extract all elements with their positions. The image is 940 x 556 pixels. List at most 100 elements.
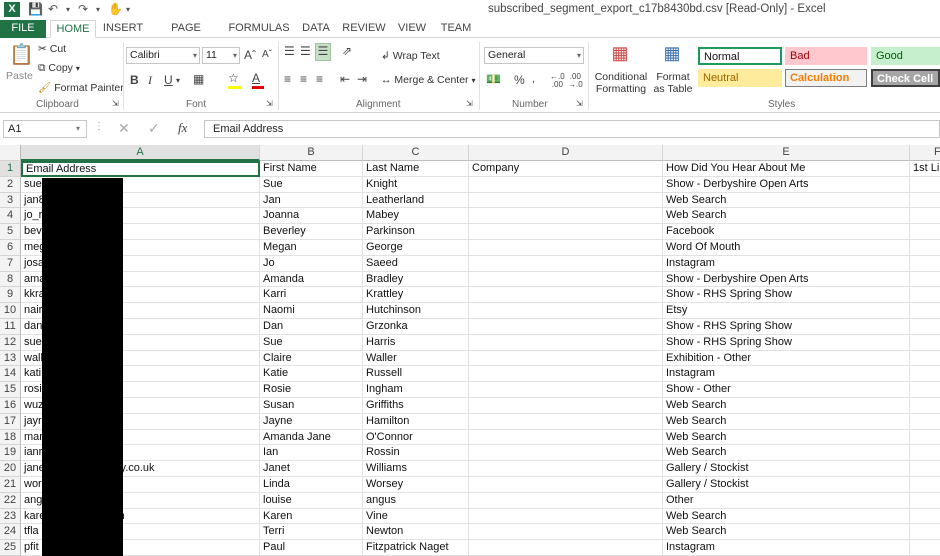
tab-team[interactable]: TEAM xyxy=(438,20,474,38)
row-header[interactable]: 9 xyxy=(0,287,21,304)
row-header[interactable]: 24 xyxy=(0,524,21,541)
paste-icon[interactable]: 📋 xyxy=(9,42,34,68)
row-header[interactable]: 11 xyxy=(0,319,21,335)
cancel-icon[interactable]: ✕ xyxy=(118,120,130,137)
cell-address-line-1[interactable] xyxy=(910,351,940,367)
column-header-d[interactable]: D xyxy=(469,145,663,161)
cell-company[interactable] xyxy=(469,540,663,556)
cell-company[interactable] xyxy=(469,461,663,477)
cell-first-name[interactable]: Claire xyxy=(260,350,363,367)
align-center-icon[interactable]: ≡ xyxy=(300,72,307,86)
tab-page-layout[interactable]: PAGE LAYOUT xyxy=(150,20,222,51)
row-header[interactable]: 18 xyxy=(0,429,21,446)
style-normal[interactable]: Normal xyxy=(698,47,782,65)
tab-data[interactable]: DATA xyxy=(298,20,334,38)
borders-icon[interactable]: ▦ xyxy=(193,72,204,86)
redo-dropdown-icon[interactable]: ▾ xyxy=(96,5,100,14)
align-left-icon[interactable]: ≡ xyxy=(284,72,291,86)
conditional-formatting-icon[interactable]: ▦ xyxy=(608,43,632,67)
align-bottom-icon[interactable]: ☰ xyxy=(315,43,331,61)
style-check-cell[interactable]: Check Cell xyxy=(871,69,940,87)
cell-first-name[interactable]: Sue xyxy=(260,176,363,193)
row-header[interactable]: 4 xyxy=(0,208,21,225)
column-header-a[interactable]: A xyxy=(21,145,260,161)
cell-how-heard[interactable]: Exhibition - Other xyxy=(663,350,910,367)
row-header[interactable]: 8 xyxy=(0,271,21,288)
cell-address-line-1[interactable] xyxy=(910,335,940,351)
cell-company[interactable] xyxy=(469,398,663,414)
cell-first-name[interactable]: Karri xyxy=(260,287,363,304)
cell-last-name[interactable]: Knight xyxy=(363,176,469,193)
comma-style-icon[interactable]: , xyxy=(532,73,535,85)
row-header[interactable]: 15 xyxy=(0,382,21,398)
header-cell[interactable]: Email Address xyxy=(21,161,260,177)
cell-company[interactable] xyxy=(469,192,663,209)
cell-how-heard[interactable]: Web Search xyxy=(663,524,910,541)
wrap-text-button[interactable]: ↲ Wrap Text xyxy=(381,50,440,62)
cell-address-line-1[interactable] xyxy=(910,540,940,556)
tab-view[interactable]: VIEW xyxy=(394,20,430,38)
style-good[interactable]: Good xyxy=(871,47,940,65)
italic-button[interactable]: I xyxy=(148,73,152,88)
cell-address-line-1[interactable] xyxy=(910,445,940,462)
bold-button[interactable]: B xyxy=(130,73,139,87)
cell-company[interactable] xyxy=(469,319,663,335)
header-cell[interactable]: First Name xyxy=(260,161,363,177)
column-header-e[interactable]: E xyxy=(663,145,910,161)
cell-first-name[interactable]: Amanda Jane xyxy=(260,429,363,446)
column-header-f[interactable]: F xyxy=(910,145,940,161)
cell-company[interactable] xyxy=(469,366,663,383)
cell-how-heard[interactable]: Web Search xyxy=(663,445,910,462)
cell-how-heard[interactable]: Show - Derbyshire Open Arts xyxy=(663,176,910,193)
row-header[interactable]: 23 xyxy=(0,508,21,525)
cell-address-line-1[interactable] xyxy=(910,319,940,335)
cell-first-name[interactable]: Sue xyxy=(260,334,363,351)
clipboard-launcher-icon[interactable]: ⇲ xyxy=(112,99,119,108)
underline-button[interactable]: U xyxy=(164,73,173,87)
paste-button[interactable]: Paste xyxy=(6,70,33,82)
cell-first-name[interactable]: Beverley xyxy=(260,224,363,240)
tab-file[interactable]: FILE xyxy=(0,20,46,38)
font-size-select[interactable]: 11 ▾ xyxy=(202,47,240,64)
cell-how-heard[interactable]: Web Search xyxy=(663,398,910,414)
header-cell[interactable]: Company xyxy=(469,161,663,177)
cell-first-name[interactable]: Megan xyxy=(260,240,363,256)
cell-how-heard[interactable]: Web Search xyxy=(663,192,910,209)
customize-qat-icon[interactable]: ▾ xyxy=(126,5,130,14)
row-header[interactable]: 13 xyxy=(0,350,21,367)
cell-address-line-1[interactable] xyxy=(910,366,940,383)
cell-company[interactable] xyxy=(469,303,663,319)
cell-company[interactable] xyxy=(469,224,663,240)
cell-first-name[interactable]: Jo xyxy=(260,255,363,272)
row-header[interactable]: 3 xyxy=(0,192,21,209)
copy-button[interactable]: ⧉ Copy ▾ xyxy=(38,62,80,75)
cell-last-name[interactable]: Hutchinson xyxy=(363,303,469,319)
font-color-icon[interactable]: A xyxy=(252,71,264,89)
cell-company[interactable] xyxy=(469,334,663,351)
percent-style-icon[interactable]: % xyxy=(514,73,525,87)
cell-how-heard[interactable]: Web Search xyxy=(663,208,910,225)
cell-last-name[interactable]: Vine xyxy=(363,508,469,525)
tab-insert[interactable]: INSERT xyxy=(100,20,146,38)
cell-last-name[interactable]: Harris xyxy=(363,334,469,351)
cell-company[interactable] xyxy=(469,240,663,256)
cell-last-name[interactable]: Saeed xyxy=(363,255,469,272)
cell-last-name[interactable]: Mabey xyxy=(363,208,469,225)
cell-how-heard[interactable]: Show - RHS Spring Show xyxy=(663,287,910,304)
select-all-corner[interactable] xyxy=(0,145,21,161)
font-launcher-icon[interactable]: ⇲ xyxy=(266,99,273,108)
align-middle-icon[interactable]: ☰ xyxy=(300,44,311,58)
cell-first-name[interactable]: Naomi xyxy=(260,303,363,319)
cell-last-name[interactable]: Russell xyxy=(363,366,469,383)
decrease-decimal-icon[interactable]: .00 →.0 xyxy=(568,73,583,89)
cell-first-name[interactable]: Rosie xyxy=(260,382,363,398)
cell-first-name[interactable]: Terri xyxy=(260,524,363,541)
increase-font-icon[interactable]: Aˆ xyxy=(244,48,256,62)
cell-how-heard[interactable]: Instagram xyxy=(663,540,910,556)
cell-address-line-1[interactable] xyxy=(910,398,940,414)
cell-first-name[interactable]: Susan xyxy=(260,398,363,414)
row-header[interactable]: 21 xyxy=(0,477,21,493)
cell-how-heard[interactable]: Other xyxy=(663,492,910,509)
cell-company[interactable] xyxy=(469,208,663,225)
cell-how-heard[interactable]: Instagram xyxy=(663,255,910,272)
